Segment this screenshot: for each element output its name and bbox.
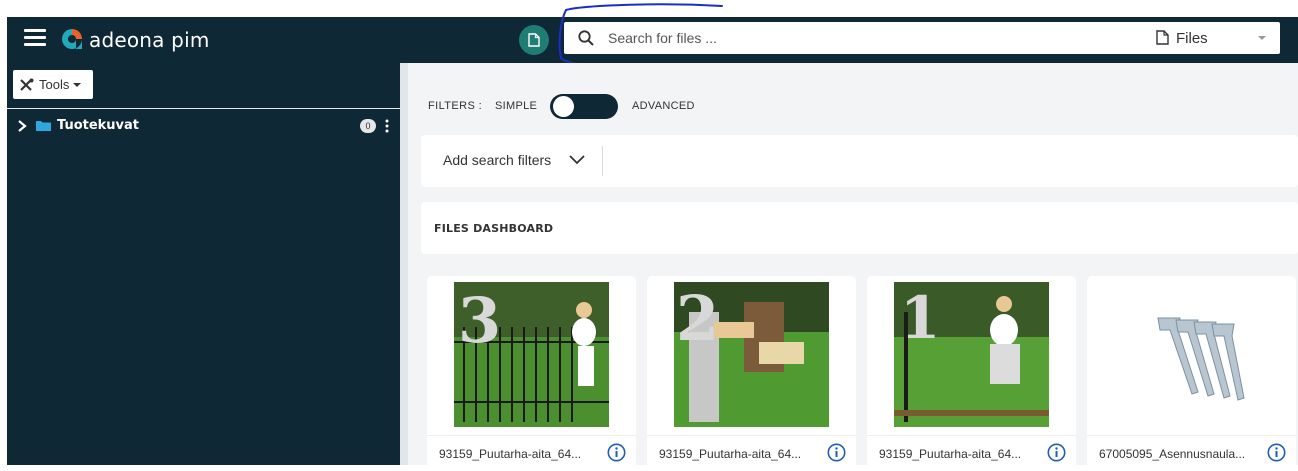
caret-down-icon (1258, 36, 1266, 40)
file-name: 93159_Puutarha-aita_64... (879, 447, 1022, 461)
file-thumbnail (1114, 282, 1269, 427)
folder-icon (36, 121, 51, 131)
advanced-mode-label[interactable]: ADVANCED (632, 100, 695, 112)
more-vertical-icon[interactable] (383, 118, 391, 134)
adeona-logo-icon (62, 29, 82, 49)
top-strip (0, 0, 1298, 17)
file-thumbnail: 2 (674, 282, 829, 427)
step-number: 3 (458, 284, 501, 357)
file-card[interactable]: 67005095_Asennusnaula... (1087, 276, 1296, 471)
file-name: 67005095_Asennusnaula... (1099, 447, 1246, 461)
search-bar: Files (564, 22, 1280, 54)
simple-mode-label[interactable]: SIMPLE (495, 100, 537, 112)
hamburger-menu-icon[interactable] (24, 29, 46, 47)
file-name: 93159_Puutarha-aita_64... (439, 447, 582, 461)
main-content: FILTERS : SIMPLE ADVANCED Add search fil… (408, 63, 1298, 471)
file-thumbnail: 1 (894, 282, 1049, 427)
tree-item-label: Tuotekuvat (57, 118, 140, 133)
file-name: 93159_Puutarha-aita_64... (659, 447, 802, 461)
divider (427, 435, 636, 436)
search-input[interactable] (608, 28, 1128, 48)
file-thumbnail: 3 (454, 282, 609, 427)
add-search-filters-button[interactable]: Add search filters (443, 152, 551, 168)
info-icon[interactable] (607, 443, 626, 462)
sidebar-resize-handle[interactable] (400, 63, 408, 465)
tree-item-tuotekuvat[interactable]: Tuotekuvat 0 (17, 116, 397, 136)
filters-label: FILTERS : (428, 100, 483, 112)
document-icon (1156, 30, 1169, 45)
files-type-select[interactable]: Files (1152, 22, 1280, 54)
divider (647, 435, 856, 436)
search-icon (578, 30, 594, 46)
filter-mode-toggle[interactable] (550, 94, 618, 119)
info-icon[interactable] (1267, 443, 1286, 462)
chevron-right-icon[interactable] (17, 119, 27, 133)
sidebar: Tools Tuotekuvat 0 (7, 63, 400, 465)
caret-down-icon (73, 82, 82, 87)
info-icon[interactable] (1047, 443, 1066, 462)
files-select-label: Files (1176, 30, 1208, 47)
sidebar-divider (7, 108, 400, 109)
dashboard-title: FILES DASHBOARD (434, 222, 554, 235)
toggle-knob (553, 96, 574, 117)
info-icon[interactable] (827, 443, 846, 462)
file-card[interactable]: 2 93159_Puutarha-aita_64... (647, 276, 856, 471)
tools-label: Tools (39, 77, 70, 92)
file-icon (528, 33, 540, 47)
tools-icon (20, 78, 34, 91)
step-number: 1 (900, 284, 940, 352)
step-number: 2 (676, 282, 719, 355)
divider (867, 435, 1076, 436)
file-card[interactable]: 3 93159_Puutarha-aita_64... (427, 276, 636, 471)
item-count-badge: 0 (360, 119, 376, 133)
file-card[interactable]: 1 93159_Puutarha-aita_64... (867, 276, 1076, 471)
app-header: adeona pim Files (7, 17, 1298, 63)
filters-mode-row: FILTERS : SIMPLE ADVANCED (428, 94, 828, 119)
divider (602, 146, 603, 176)
search-filters-panel: Add search filters (421, 135, 1298, 187)
chevron-down-icon[interactable] (569, 155, 585, 165)
tools-button[interactable]: Tools (13, 70, 93, 99)
divider (1087, 435, 1296, 436)
file-mode-button[interactable] (519, 25, 549, 55)
brand-name: adeona pim (89, 28, 210, 52)
files-dashboard-header: FILES DASHBOARD (421, 202, 1298, 254)
